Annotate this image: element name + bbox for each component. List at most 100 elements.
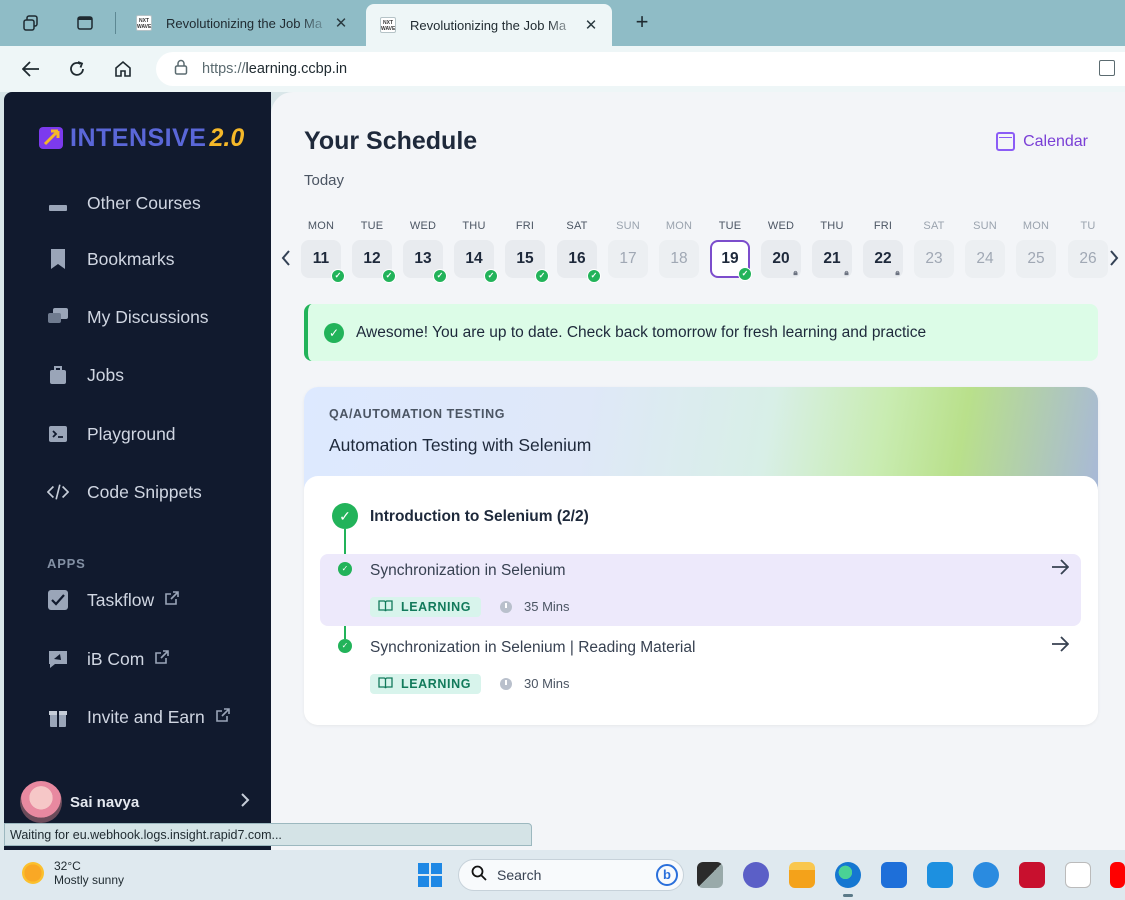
sidebar-item-label: Invite and Earn [87,706,205,727]
day-11[interactable]: MON 11 ✓ [301,220,345,283]
file-explorer-icon[interactable] [789,862,815,888]
day-date-box: 18 [659,240,699,278]
nxtwave-app-icon[interactable] [1065,862,1091,888]
windows-start-icon[interactable] [418,863,442,887]
sidebar-item-my-discussions[interactable]: My Discussions [4,295,271,339]
sidebar-app-ib-com[interactable]: iB Com [4,637,271,681]
code-icon [47,481,69,503]
intensive-logo[interactable]: INTENSIVE 2.0 [36,122,244,154]
day-date: 20 [772,250,790,267]
day-15[interactable]: FRI 15 ✓ [505,220,549,283]
day-16[interactable]: SAT 16 ✓ [557,220,601,283]
day-name: SUN [616,220,640,232]
day-date: 18 [670,250,688,267]
completed-check-icon: ✓ [535,269,549,283]
day-12[interactable]: TUE 12 ✓ [352,220,396,283]
day-26[interactable]: TU 26 [1068,220,1108,278]
sidebar-item-label: Code Snippets [87,481,202,502]
day-13[interactable]: WED 13 ✓ [403,220,447,283]
module-title[interactable]: Introduction to Selenium (2/2) [370,508,589,526]
lock-icon: 🔒︎ [844,268,849,277]
tab-actions-icon[interactable] [72,10,98,36]
bing-icon[interactable]: b [656,864,678,886]
avatar [20,781,62,823]
mcafee-icon[interactable] [1019,862,1045,888]
sidebar-app-taskflow[interactable]: Taskflow [4,578,271,622]
day-name: MON [665,220,693,232]
course-card: QA/AUTOMATION TESTING Automation Testing… [304,387,1098,725]
sidebar-item-bookmarks[interactable]: Bookmarks [4,237,271,281]
book-icon [378,599,393,615]
browser-tab-2[interactable]: NXT WAVE Revolutionizing the Job Ma ✕ [366,4,612,46]
close-tab-icon[interactable]: ✕ [332,14,350,32]
sidebar-item-jobs[interactable]: Jobs [4,353,271,397]
external-link-icon [215,707,231,728]
myhp-icon[interactable] [927,862,953,888]
url-protocol: https:// [202,61,246,77]
sidebar-item-other-courses[interactable]: Other Courses [4,178,271,218]
day-24[interactable]: SUN 24 [965,220,1005,278]
stack-icon [47,192,69,214]
browser-tab-1[interactable]: NXT WAVE Revolutionizing the Job Ma ✕ [122,4,362,42]
refresh-icon[interactable] [64,56,90,82]
microsoft-store-icon[interactable] [881,862,907,888]
day-date: 25 [1027,250,1045,267]
sidebar-item-label: Jobs [87,364,124,385]
day-19[interactable]: TUE 19 ✓ [710,220,752,281]
calendar-link[interactable]: Calendar [996,132,1088,151]
bookmark-icon [47,248,69,270]
chevron-left-icon[interactable] [281,250,291,271]
day-14[interactable]: THU 14 ✓ [454,220,498,283]
task-view-icon[interactable] [697,862,723,888]
back-arrow-icon[interactable] [18,56,44,82]
arrow-right-icon[interactable] [1051,558,1070,581]
chevron-right-icon[interactable] [1109,250,1119,271]
edge-browser-icon[interactable] [835,862,861,897]
lock-icon[interactable] [174,59,188,79]
day-18[interactable]: MON 18 [659,220,699,278]
new-tab-icon[interactable]: + [628,9,656,37]
day-21[interactable]: THU 21 🔒︎ [812,220,852,278]
help-icon[interactable] [973,862,999,888]
sidebar-item-label: Bookmarks [87,248,175,269]
course-body: ✓ Introduction to Selenium (2/2) ✓ Synch… [304,476,1098,725]
day-17[interactable]: SUN 17 [608,220,648,278]
profile-menu[interactable]: Sai navya [20,781,260,823]
home-icon[interactable] [110,56,136,82]
url-input[interactable]: https:// learning.ccbp.in [156,52,1125,86]
sidebar-item-playground[interactable]: Playground [4,412,271,456]
split-screen-icon[interactable] [1099,60,1115,76]
day-date: 15 [516,250,534,267]
day-date-box: 11 ✓ [301,240,345,283]
logo-version: 2.0 [209,123,245,152]
sidebar: INTENSIVE 2.0 Other Courses Bookmarks My… [4,92,271,850]
completed-check-icon: ✓ [433,269,447,283]
teams-chat-icon[interactable] [743,862,769,888]
sidebar-item-code-snippets[interactable]: Code Snippets [4,470,271,514]
day-name: SAT [566,220,588,232]
youtube-icon[interactable] [1110,862,1125,888]
lesson-title: Synchronization in Selenium | Reading Ma… [370,639,696,656]
close-tab-icon[interactable]: ✕ [582,16,600,34]
day-20[interactable]: WED 20 🔒︎ [761,220,801,278]
lesson-duration: 35 Mins [500,599,570,614]
arrow-right-icon[interactable] [1051,635,1070,658]
address-bar: https:// learning.ccbp.in [0,46,1125,92]
day-22[interactable]: FRI 22 🔒︎ [863,220,903,278]
day-25[interactable]: MON 25 [1016,220,1056,278]
lesson-item[interactable]: ✓ Synchronization in Selenium LEARNING 3… [320,554,1081,626]
day-name: MON [1022,220,1050,232]
sidebar-app-invite-and-earn[interactable]: Invite and Earn [4,695,271,739]
day-name: FRI [515,220,535,232]
tab-title: Revolutionizing the Job Ma [166,15,323,31]
url-host: learning.ccbp.in [245,61,348,77]
day-23[interactable]: SAT 23 [914,220,954,278]
day-date-box: 21 🔒︎ [812,240,852,278]
calendar-icon [996,132,1016,151]
taskbar-search[interactable]: Search b [458,859,684,891]
clock-icon [500,600,512,613]
weather-widget[interactable]: 32°C Mostly sunny [22,859,124,887]
workspaces-icon[interactable] [18,10,44,36]
lesson-item[interactable]: ✓ Synchronization in Selenium | Reading … [320,631,1081,703]
day-date: 21 [823,250,841,267]
